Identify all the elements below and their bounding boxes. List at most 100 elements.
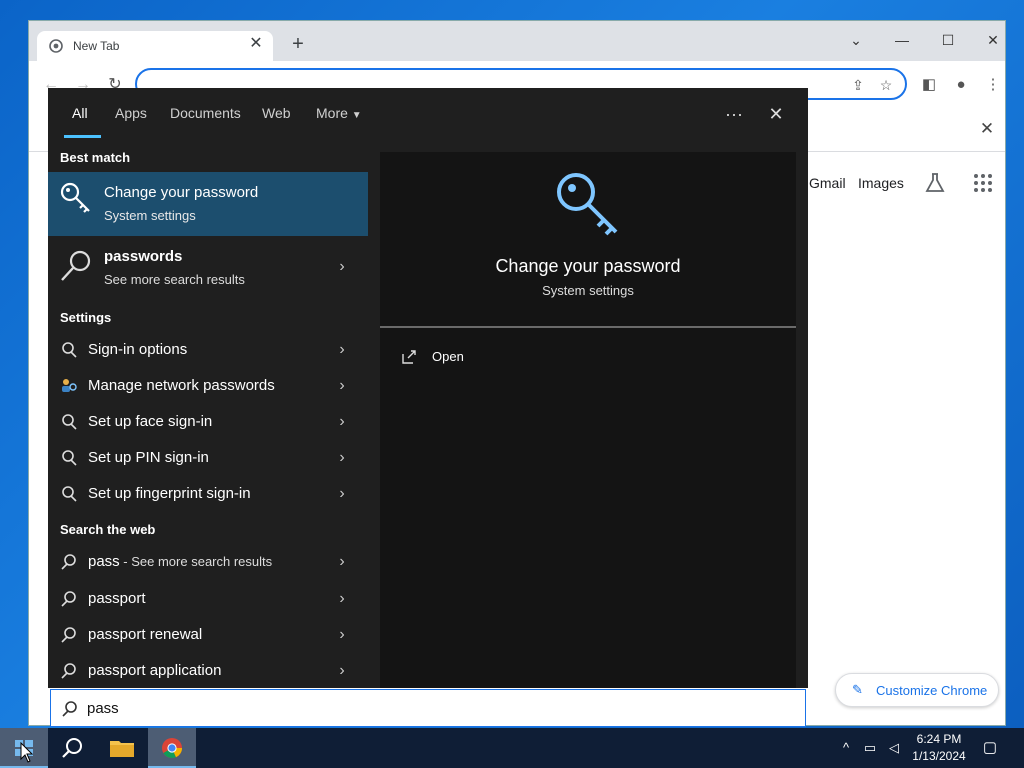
tab-all[interactable]: All xyxy=(72,105,88,121)
chevron-right-icon: › xyxy=(339,449,345,466)
settings-search-icon xyxy=(62,450,77,466)
key-icon xyxy=(60,182,90,213)
chevron-right-icon: › xyxy=(339,662,345,679)
taskbar-search-button[interactable] xyxy=(48,728,96,768)
settings-item-label: Set up PIN sign-in xyxy=(88,449,209,466)
side-panel-icon[interactable]: ◧ xyxy=(919,75,939,95)
search-icon xyxy=(61,663,76,679)
tab-close-icon[interactable]: ✕ xyxy=(247,35,265,53)
chevron-right-icon: › xyxy=(339,485,345,502)
customize-chrome-label: Customize Chrome xyxy=(876,683,988,698)
web-item-text: passport renewal xyxy=(88,626,203,643)
chevron-right-icon: › xyxy=(339,377,345,394)
chevron-right-icon: › xyxy=(339,626,345,643)
clock-time: 6:24 PM xyxy=(916,732,962,746)
web-item-text: passport xyxy=(88,590,146,607)
tab-title: New Tab xyxy=(73,39,120,53)
file-explorer-button[interactable] xyxy=(98,728,146,768)
best-match-heading: Best match xyxy=(60,150,131,165)
best-match-item[interactable]: Change your password System settings xyxy=(48,172,368,236)
close-search-icon[interactable]: ✕ xyxy=(762,100,790,128)
web-item-text: pass - See more search results xyxy=(88,553,272,570)
active-tab-indicator xyxy=(64,135,101,138)
settings-item-label: Set up fingerprint sign-in xyxy=(88,485,251,502)
settings-item-manage-network-passwords[interactable]: Manage network passwords › xyxy=(48,368,368,404)
chevron-right-icon: › xyxy=(339,590,345,607)
best-match-subtitle: System settings xyxy=(104,208,196,223)
search-icon xyxy=(61,250,91,281)
web-item-query: pass xyxy=(88,553,120,570)
close-window-button[interactable]: ✕ xyxy=(978,27,1008,53)
preview-divider xyxy=(380,326,796,328)
menu-kebab-icon[interactable]: ⋮ xyxy=(983,75,1003,95)
clock-date: 1/13/2024 xyxy=(912,749,966,763)
web-item-passport-renewal[interactable]: passport renewal › xyxy=(48,617,368,653)
folder-icon xyxy=(110,741,134,757)
chevron-right-icon: › xyxy=(339,341,345,358)
settings-item-label: Sign-in options xyxy=(88,341,188,358)
volume-muted-icon[interactable]: ◁ xyxy=(886,740,902,756)
settings-item-sign-in-options[interactable]: Sign-in options › xyxy=(48,332,368,368)
open-action-label: Open xyxy=(432,349,464,364)
key-icon xyxy=(557,173,618,236)
search-icon xyxy=(61,627,76,643)
settings-search-icon xyxy=(62,342,77,358)
search-filter-tabs: All Apps Documents Web More ▼ ··· ✕ xyxy=(48,88,808,140)
images-link[interactable]: Images xyxy=(858,175,904,191)
tab-strip: New Tab ✕ + ⌄ — ☐ ✕ xyxy=(29,21,1005,61)
start-search-panel: All Apps Documents Web More ▼ ··· ✕ Best… xyxy=(48,88,808,688)
tab-web[interactable]: Web xyxy=(262,105,291,121)
preview-title: Change your password xyxy=(495,256,681,276)
maximize-button[interactable]: ☐ xyxy=(933,27,963,53)
web-best-subtitle: See more search results xyxy=(104,272,245,287)
web-item-pass[interactable]: pass - See more search results › xyxy=(48,544,368,580)
notifications-icon[interactable]: ▢ xyxy=(982,740,998,756)
search-icon xyxy=(62,701,77,717)
more-options-icon[interactable]: ··· xyxy=(720,100,748,128)
tab-search-icon[interactable]: ⌄ xyxy=(841,27,871,53)
settings-item-face-sign-in[interactable]: Set up face sign-in › xyxy=(48,404,368,440)
chevron-right-icon: › xyxy=(339,553,345,570)
minimize-button[interactable]: — xyxy=(887,27,917,53)
settings-item-label: Manage network passwords xyxy=(88,377,275,394)
web-best-result[interactable]: passwords See more search results › xyxy=(48,238,368,300)
search-icon xyxy=(61,591,76,607)
web-best-title: passwords xyxy=(104,248,183,265)
web-item-passport-application[interactable]: passport application › xyxy=(48,653,368,689)
settings-item-fingerprint-sign-in[interactable]: Set up fingerprint sign-in › xyxy=(48,476,368,512)
settings-item-label: Set up face sign-in xyxy=(88,413,213,430)
tab-documents[interactable]: Documents xyxy=(170,105,241,121)
taskbar: ^ ▭ ◁ 6:24 PM 1/13/2024 ▢ xyxy=(0,728,1024,768)
chevron-down-icon: ▼ xyxy=(351,110,362,121)
search-results-list: Best match Change your password System s… xyxy=(48,140,368,688)
web-item-passport[interactable]: passport › xyxy=(48,581,368,617)
search-icon xyxy=(62,738,82,758)
tab-apps[interactable]: Apps xyxy=(115,105,147,121)
result-preview-pane: Change your password System settings Ope… xyxy=(380,152,796,688)
preview-subtitle: System settings xyxy=(542,283,634,298)
share-icon[interactable]: ⇪ xyxy=(849,76,867,94)
settings-heading: Settings xyxy=(60,310,112,325)
new-tab-button[interactable]: + xyxy=(287,33,309,55)
apps-grid-icon[interactable] xyxy=(971,171,995,195)
chevron-right-icon: › xyxy=(339,258,345,275)
settings-item-pin-sign-in[interactable]: Set up PIN sign-in › xyxy=(48,440,368,476)
profile-avatar-icon[interactable]: ● xyxy=(951,75,971,95)
best-match-title: Change your password xyxy=(104,184,259,201)
info-bar-close-icon[interactable]: ✕ xyxy=(977,119,997,139)
tab-new-tab[interactable]: New Tab ✕ xyxy=(37,31,273,61)
search-box[interactable] xyxy=(50,689,806,727)
web-item-suffix: - See more search results xyxy=(119,554,273,569)
gmail-link[interactable]: Gmail xyxy=(809,175,846,191)
chrome-favicon-icon xyxy=(49,39,63,53)
network-icon[interactable]: ▭ xyxy=(862,740,878,756)
mouse-cursor-icon xyxy=(20,742,34,763)
taskbar-clock[interactable]: 6:24 PM 1/13/2024 xyxy=(908,731,970,765)
bookmark-star-icon[interactable]: ☆ xyxy=(877,76,895,94)
search-input[interactable] xyxy=(87,696,787,720)
customize-chrome-button[interactable]: ✎ Customize Chrome xyxy=(835,673,999,707)
tab-more[interactable]: More ▼ xyxy=(316,105,362,121)
tray-overflow-chevron-icon[interactable]: ^ xyxy=(838,740,854,756)
labs-flask-icon[interactable] xyxy=(923,171,947,195)
chrome-taskbar-button[interactable] xyxy=(148,728,196,768)
